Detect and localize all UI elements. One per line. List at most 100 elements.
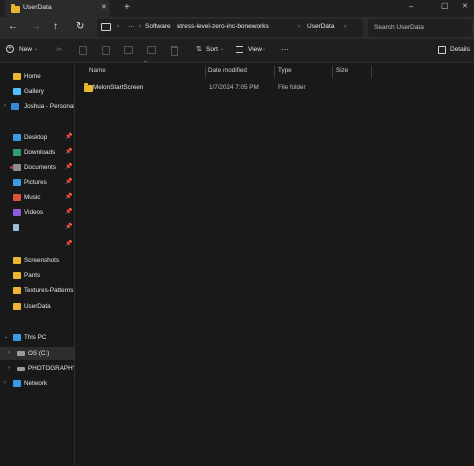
nav-pictures[interactable]: Pictures 📌: [0, 176, 74, 189]
forward-icon[interactable]: →: [31, 21, 41, 32]
search-input[interactable]: Search UserData: [368, 19, 472, 37]
nav-gallery[interactable]: Gallery: [0, 85, 74, 98]
computer-icon: [13, 334, 21, 341]
chevron-right-icon: ›: [4, 380, 6, 386]
tab-userdata[interactable]: UserData ✕: [5, 0, 110, 17]
column-header-type[interactable]: Type: [278, 64, 292, 78]
desktop-icon: [13, 134, 21, 141]
file-name: MelonStartScreen: [93, 84, 144, 91]
address-bar[interactable]: › ··· › Software › stress-level-zero-inc…: [97, 19, 363, 37]
nav-music[interactable]: Music 📌: [0, 191, 74, 204]
nav-screenshots[interactable]: Screenshots: [0, 254, 74, 267]
nav-videos[interactable]: Videos 📌: [0, 206, 74, 219]
nav-desktop[interactable]: Desktop 📌: [0, 131, 74, 144]
details-label: Details: [450, 46, 470, 53]
maximize-icon[interactable]: ▢: [441, 1, 449, 10]
gallery-icon: [13, 88, 21, 95]
nav-documents[interactable]: Documents 📌: [0, 161, 74, 174]
documents-icon: [13, 164, 21, 171]
pin-icon: 📌: [65, 224, 73, 230]
delete-icon[interactable]: [171, 46, 178, 56]
close-window-icon[interactable]: ✕: [462, 2, 468, 10]
folder-icon: [13, 257, 21, 264]
nav-userdata[interactable]: UserData: [0, 300, 74, 313]
refresh-icon[interactable]: ↻: [76, 21, 84, 32]
chevron-right-icon: ›: [8, 350, 10, 356]
nav-home[interactable]: Home: [0, 70, 74, 83]
nav-pants[interactable]: Pants: [0, 269, 74, 282]
chevron-down-icon: ⌄: [262, 46, 267, 52]
rename-icon[interactable]: [124, 46, 133, 54]
folder-icon: [13, 303, 21, 310]
sort-label: Sort: [206, 46, 218, 53]
pin-icon: 📌: [65, 209, 73, 215]
paste-icon[interactable]: [102, 46, 110, 55]
home-icon: [13, 73, 21, 80]
plus-icon: +: [6, 45, 14, 53]
tab-title: UserData: [23, 4, 52, 11]
nav-item-unnamed-1[interactable]: 📌: [0, 221, 74, 234]
cut-icon[interactable]: ✂: [56, 45, 63, 54]
sort-arrow-icon: ⌃: [143, 61, 149, 67]
chevron-right-icon: ›: [344, 23, 347, 30]
chevron-right-icon: ›: [4, 103, 6, 109]
column-header-size[interactable]: Size: [336, 64, 348, 78]
share-icon[interactable]: [147, 46, 156, 54]
pin-icon: 📌: [65, 164, 73, 170]
pin-icon: 📌: [65, 134, 73, 140]
column-divider[interactable]: [205, 66, 206, 78]
folder-icon: [13, 272, 21, 279]
column-header-name[interactable]: Name: [89, 64, 106, 78]
file-type: File folder: [278, 84, 306, 91]
nav-photography-drive[interactable]: › PHOTOGRAPHY (I: [0, 362, 74, 375]
breadcrumb-software[interactable]: Software: [145, 23, 171, 30]
details-pane-icon: [438, 46, 446, 54]
nav-item-unnamed-2[interactable]: 📌: [0, 238, 74, 251]
chevron-down-icon: ⌄: [220, 46, 225, 52]
onedrive-icon: [11, 103, 19, 110]
minimize-icon[interactable]: –: [409, 2, 413, 11]
copy-icon[interactable]: [79, 46, 87, 55]
network-icon: [13, 380, 21, 387]
pictures-icon: [13, 179, 21, 186]
nav-network[interactable]: › Network: [0, 377, 74, 390]
column-divider[interactable]: [371, 66, 372, 78]
nav-os-drive[interactable]: › OS (C:): [0, 347, 74, 360]
chevron-right-icon: ›: [298, 23, 301, 30]
new-label: New: [19, 46, 33, 53]
search-placeholder: Search UserData: [374, 24, 424, 31]
chevron-down-icon: ⌄: [4, 334, 9, 340]
nav-downloads[interactable]: Downloads 📌: [0, 146, 74, 159]
nav-onedrive[interactable]: › Joshua - Personal: [0, 100, 74, 113]
view-label: View: [248, 46, 262, 53]
breadcrumb-boneworks[interactable]: stress-level-zero-inc-boneworks: [177, 23, 269, 30]
chevron-right-icon: ›: [139, 23, 142, 30]
drive-icon: [17, 351, 25, 356]
back-icon[interactable]: ←: [8, 21, 18, 32]
file-row[interactable]: MelonStartScreen 1/7/2024 7:05 PM File f…: [80, 81, 472, 94]
new-tab-button[interactable]: +: [124, 2, 130, 13]
breadcrumb-more[interactable]: ···: [128, 23, 135, 30]
pin-icon: 📌: [65, 149, 73, 155]
pin-icon: 📌: [65, 179, 73, 185]
folder-icon: [13, 287, 21, 294]
breadcrumb-userdata[interactable]: UserData: [307, 23, 334, 30]
column-divider[interactable]: [332, 66, 333, 78]
file-icon: [13, 224, 19, 231]
column-divider[interactable]: [274, 66, 275, 78]
up-icon[interactable]: ↑: [53, 21, 58, 32]
chevron-down-icon: ⌄: [34, 46, 39, 52]
drive-icon: [17, 367, 25, 371]
navigation-pane: Home Gallery › Joshua - Personal Desktop…: [0, 63, 75, 466]
file-date: 1/7/2024 7:05 PM: [209, 84, 259, 91]
more-options-button[interactable]: ···: [281, 45, 289, 54]
folder-icon: [84, 83, 93, 92]
chevron-right-icon: ›: [117, 23, 120, 30]
sort-icon: ⇅: [196, 46, 202, 53]
close-tab-icon[interactable]: ✕: [101, 3, 107, 11]
column-header-date[interactable]: Date modified: [208, 64, 247, 78]
folder-icon: [11, 4, 20, 13]
nav-this-pc[interactable]: ⌄ This PC: [0, 331, 74, 344]
pin-icon: 📌: [65, 241, 73, 247]
nav-textures-patterns[interactable]: Textures-Patterns: [0, 284, 74, 297]
